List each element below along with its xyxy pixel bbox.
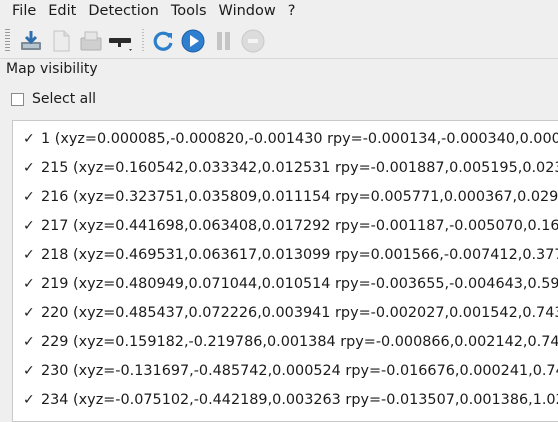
menu-window[interactable]: Window [213, 0, 282, 22]
list-item-label: 229 (xyz=0.159182,-0.219786,0.001384 rpy… [41, 334, 558, 350]
pause-button[interactable] [208, 26, 238, 56]
list-item-label: 1 (xyz=0.000085,-0.000820,-0.001430 rpy=… [41, 131, 558, 147]
list-item-label: 220 (xyz=0.485437,0.072226,0.003941 rpy=… [41, 305, 558, 321]
play-icon [181, 29, 205, 53]
map-visibility-list: ✓ 1 (xyz=0.000085,-0.000820,-0.001430 rp… [12, 120, 558, 422]
checkbox-checked[interactable]: ✓ [23, 219, 35, 233]
play-button[interactable] [178, 26, 208, 56]
toolbar-separator [142, 29, 144, 53]
checkbox-checked[interactable]: ✓ [23, 248, 35, 262]
menu-detection[interactable]: Detection [82, 0, 164, 22]
menu-tools[interactable]: Tools [165, 0, 213, 22]
list-item-label: 218 (xyz=0.469531,0.063617,0.013099 rpy=… [41, 247, 558, 263]
map-visibility-title: Map visibility [6, 61, 98, 77]
menu-bar: File Edit Detection Tools Window ? [0, 0, 558, 22]
list-item[interactable]: ✓ 220 (xyz=0.485437,0.072226,0.003941 rp… [23, 305, 558, 321]
save-map-icon [21, 31, 41, 50]
list-item[interactable]: ✓ 215 (xyz=0.160542,0.033342,0.012531 rp… [23, 160, 558, 176]
list-item[interactable]: ✓ 219 (xyz=0.480949,0.071044,0.010514 rp… [23, 276, 558, 292]
select-all-label: Select all [32, 91, 96, 107]
stop-icon [241, 29, 265, 53]
list-item-label: 234 (xyz=-0.075102,-0.442189,0.003263 rp… [41, 392, 558, 408]
menu-edit[interactable]: Edit [42, 0, 82, 22]
select-all-box[interactable] [11, 92, 24, 106]
list-item-label: 215 (xyz=0.160542,0.033342,0.012531 rpy=… [41, 160, 558, 176]
menu-help[interactable]: ? [282, 0, 302, 22]
new-document-button[interactable] [46, 26, 76, 56]
refresh-icon [153, 31, 173, 51]
checkbox-checked[interactable]: ✓ [23, 364, 35, 378]
list-item[interactable]: ✓ 229 (xyz=0.159182,-0.219786,0.001384 r… [23, 334, 558, 350]
open-document-icon [80, 31, 102, 51]
toolbar-grip[interactable] [5, 29, 10, 53]
list-item[interactable]: ✓ 234 (xyz=-0.075102,-0.442189,0.003263 … [23, 392, 558, 408]
open-document-button[interactable] [76, 26, 106, 56]
refresh-button[interactable] [148, 26, 178, 56]
list-item[interactable]: ✓ 216 (xyz=0.323751,0.035809,0.011154 rp… [23, 189, 558, 205]
new-document-icon [53, 30, 70, 52]
checkbox-checked[interactable]: ✓ [23, 161, 35, 175]
checkbox-checked[interactable]: ✓ [23, 132, 35, 146]
checkbox-checked[interactable]: ✓ [23, 335, 35, 349]
list-item-label: 216 (xyz=0.323751,0.035809,0.011154 rpy=… [41, 189, 558, 205]
list-item-label: 230 (xyz=-0.131697,-0.485742,0.000524 rp… [41, 363, 558, 379]
stop-button[interactable] [238, 26, 268, 56]
list-item[interactable]: ✓ 230 (xyz=-0.131697,-0.485742,0.000524 … [23, 363, 558, 379]
checkbox-checked[interactable]: ✓ [23, 190, 35, 204]
toolbar [0, 24, 558, 59]
checkbox-checked[interactable]: ✓ [23, 306, 35, 320]
pause-icon [217, 32, 230, 50]
list-item[interactable]: ✓ 218 (xyz=0.469531,0.063617,0.013099 rp… [23, 247, 558, 263]
checkbox-checked[interactable]: ✓ [23, 277, 35, 291]
menu-file[interactable]: File [0, 0, 42, 22]
select-all-checkbox[interactable]: Select all [11, 91, 96, 107]
list-item[interactable]: ✓ 1 (xyz=0.000085,-0.000820,-0.001430 rp… [23, 131, 558, 147]
checkbox-checked[interactable]: ✓ [23, 393, 35, 407]
list-item[interactable]: ✓ 217 (xyz=0.441698,0.063408,0.017292 rp… [23, 218, 558, 234]
camera-dropdown-button[interactable] [106, 26, 138, 56]
camera-dropdown-icon [109, 38, 132, 51]
save-map-button[interactable] [16, 26, 46, 56]
list-item-label: 217 (xyz=0.441698,0.063408,0.017292 rpy=… [41, 218, 558, 234]
list-item-label: 219 (xyz=0.480949,0.071044,0.010514 rpy=… [41, 276, 558, 292]
